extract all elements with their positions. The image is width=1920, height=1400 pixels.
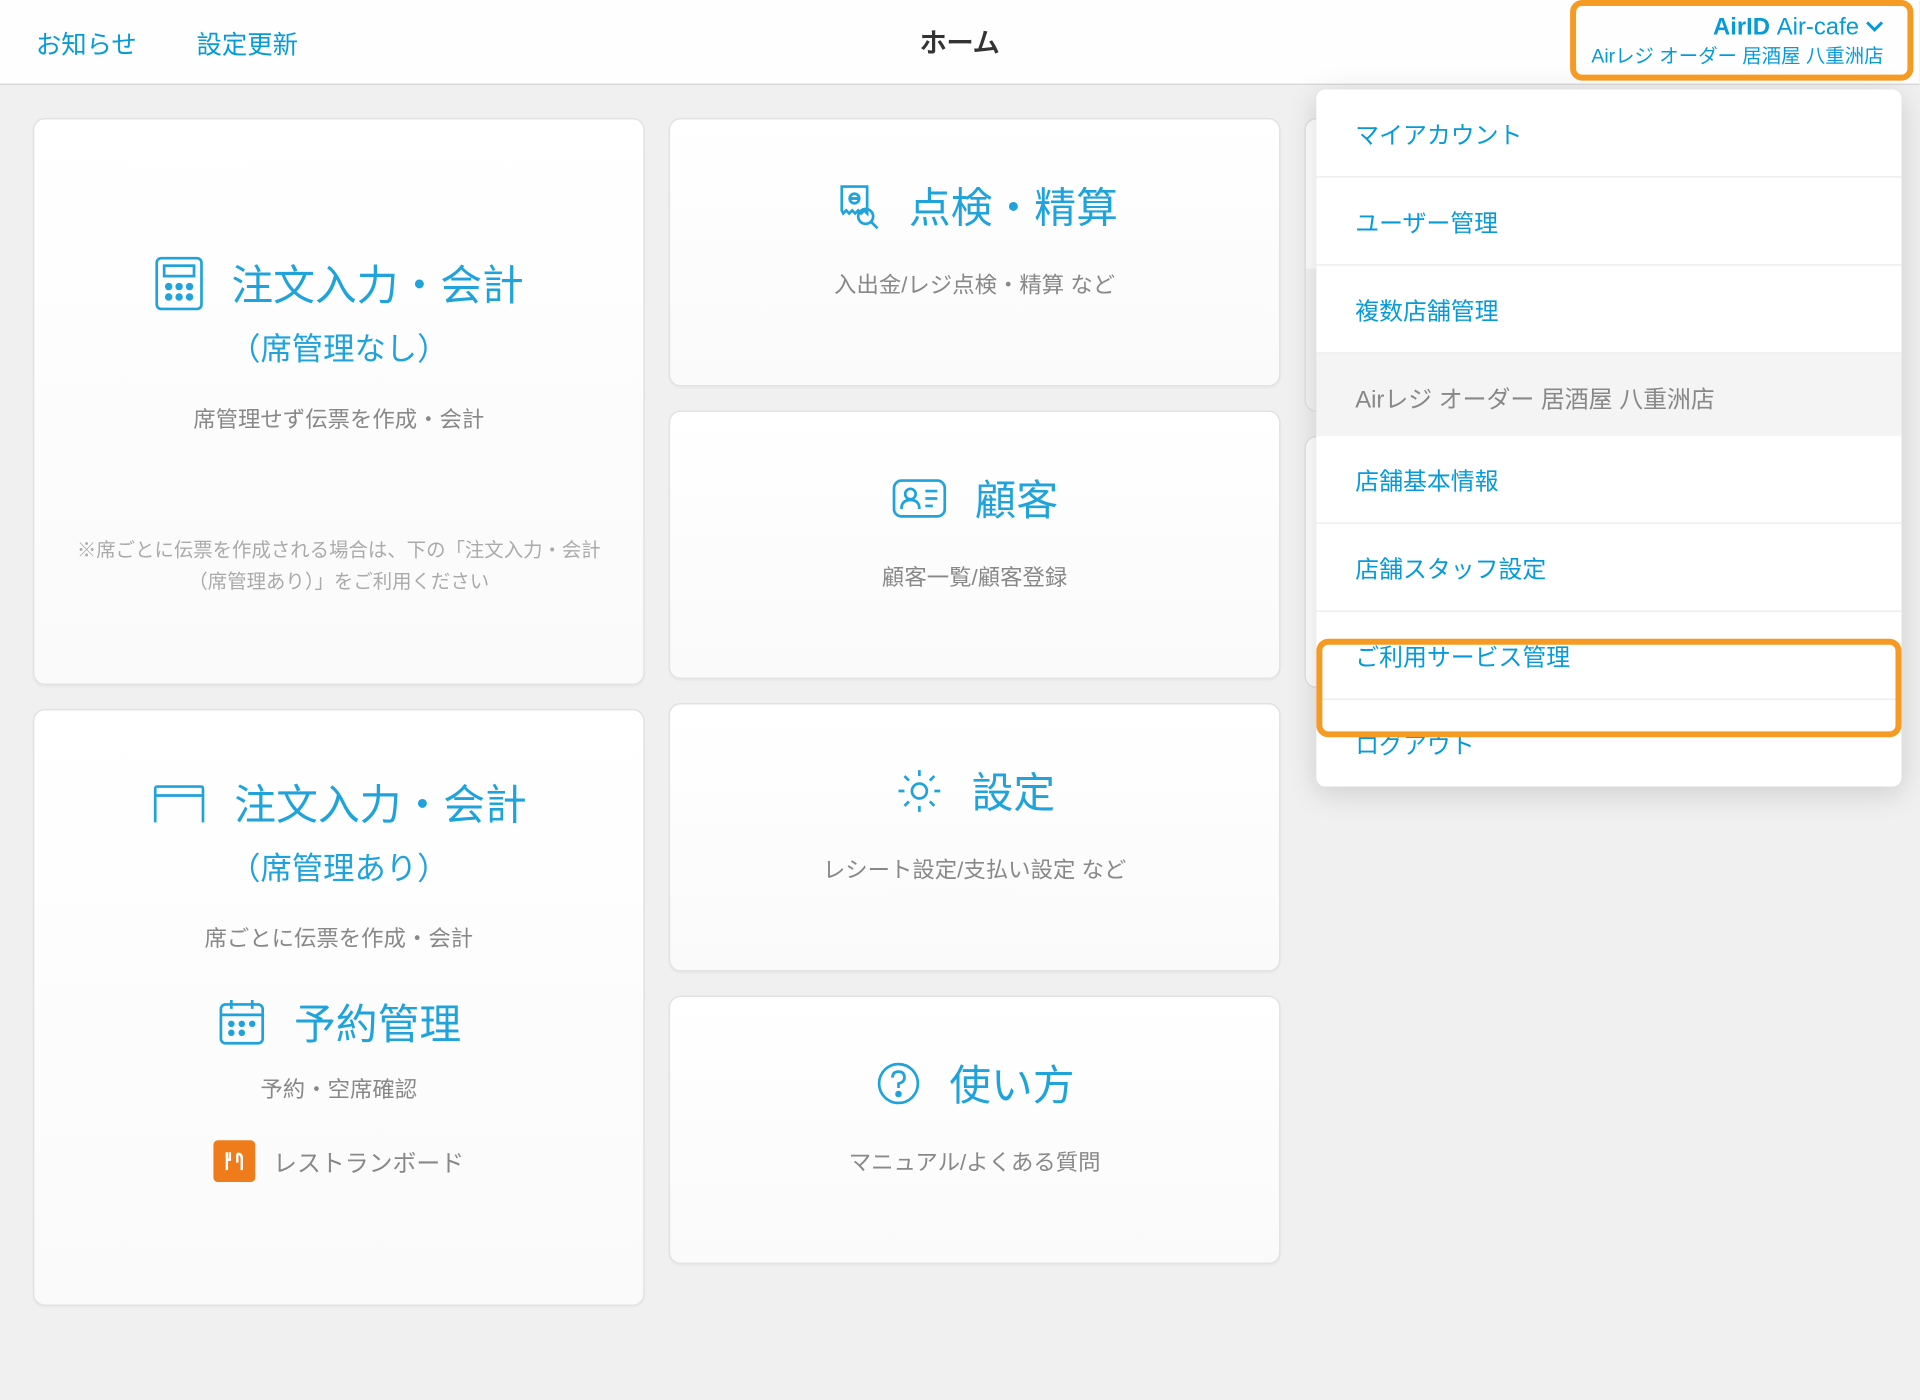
card-title: 注文入力・会計 [234, 773, 527, 833]
card-desc: 顧客一覧/顧客登録 [700, 561, 1249, 592]
card-settings[interactable]: 設定 レシート設定/支払い設定 など [669, 703, 1281, 972]
menu-user-mgmt[interactable]: ユーザー管理 [1316, 178, 1901, 266]
nav-notice[interactable]: お知らせ [36, 23, 137, 60]
card-customer[interactable]: 顧客 顧客一覧/顧客登録 [669, 410, 1281, 679]
receipt-search-icon [831, 181, 882, 232]
menu-store-basic[interactable]: 店舗基本情報 [1316, 436, 1901, 524]
menu-service-mgmt[interactable]: ご利用サービス管理 [1316, 612, 1901, 700]
card-title: 使い方 [949, 1054, 1074, 1114]
menu-multi-store[interactable]: 複数店舗管理 [1316, 266, 1901, 354]
calendar-icon [216, 997, 267, 1048]
card-title: 顧客 [975, 469, 1059, 529]
restaurant-board-icon [213, 1140, 255, 1182]
menu-my-account[interactable]: マイアカウント [1316, 90, 1901, 178]
page-title: ホーム [920, 22, 1000, 61]
header-bar: お知らせ 設定更新 ホーム AirID Air-cafe Airレジ オーダー … [0, 0, 1919, 85]
restaurant-board-label: レストランボード [273, 1143, 464, 1179]
airid-account: Air-cafe [1777, 15, 1859, 40]
card-title-reserve: 予約管理 [294, 993, 461, 1053]
card-order-seat[interactable]: 注文入力・会計 （席管理あり） 席ごとに伝票を作成・会計 予約管理 予約・空席確… [33, 709, 645, 1306]
account-trigger[interactable]: AirID Air-cafe Airレジ オーダー 居酒屋 八重洲店 [1591, 14, 1883, 70]
menu-store-header: Airレジ オーダー 居酒屋 八重洲店 [1316, 354, 1901, 436]
account-dropdown: マイアカウント ユーザー管理 複数店舗管理 Airレジ オーダー 居酒屋 八重洲… [1316, 90, 1901, 787]
header-store-name: Airレジ オーダー 居酒屋 八重洲店 [1591, 45, 1883, 70]
card-desc: レシート設定/支払い設定 など [700, 854, 1249, 885]
airid-label: AirID [1713, 15, 1770, 40]
card-desc-reserve: 予約・空席確認 [64, 1073, 613, 1104]
card-inspection[interactable]: 点検・精算 入出金/レジ点検・精算 など [669, 118, 1281, 387]
restaurant-board-row[interactable]: レストランボード [64, 1140, 613, 1182]
menu-store-staff[interactable]: 店舗スタッフ設定 [1316, 524, 1901, 612]
card-desc: 入出金/レジ点検・精算 など [700, 269, 1249, 300]
card-subtitle: （席管理なし） [64, 325, 613, 370]
card-note: ※席ごとに伝票を作成される場合は、下の「注文入力・会計（席管理あり）」をご利用く… [64, 536, 613, 598]
card-order-no-seat[interactable]: 注文入力・会計 （席管理なし） 席管理せず伝票を作成・会計 ※席ごとに伝票を作成… [33, 118, 645, 685]
card-desc: マニュアル/よくある質問 [700, 1146, 1249, 1177]
calculator-icon [154, 255, 205, 312]
card-desc: 席ごとに伝票を作成・会計 [64, 922, 613, 953]
id-card-icon [891, 476, 948, 521]
gear-icon [894, 766, 945, 817]
chevron-down-icon [1866, 20, 1884, 35]
card-title: 設定 [972, 761, 1056, 821]
question-icon [875, 1060, 923, 1108]
card-subtitle: （席管理あり） [64, 845, 613, 890]
card-howto[interactable]: 使い方 マニュアル/よくある質問 [669, 995, 1281, 1264]
card-title: 点検・精算 [909, 176, 1118, 236]
card-desc: 席管理せず伝票を作成・会計 [64, 403, 613, 434]
nav-settings-update[interactable]: 設定更新 [197, 23, 298, 60]
menu-logout[interactable]: ログアウト [1316, 700, 1901, 787]
table-icon [151, 778, 208, 829]
card-title: 注文入力・会計 [231, 254, 524, 314]
